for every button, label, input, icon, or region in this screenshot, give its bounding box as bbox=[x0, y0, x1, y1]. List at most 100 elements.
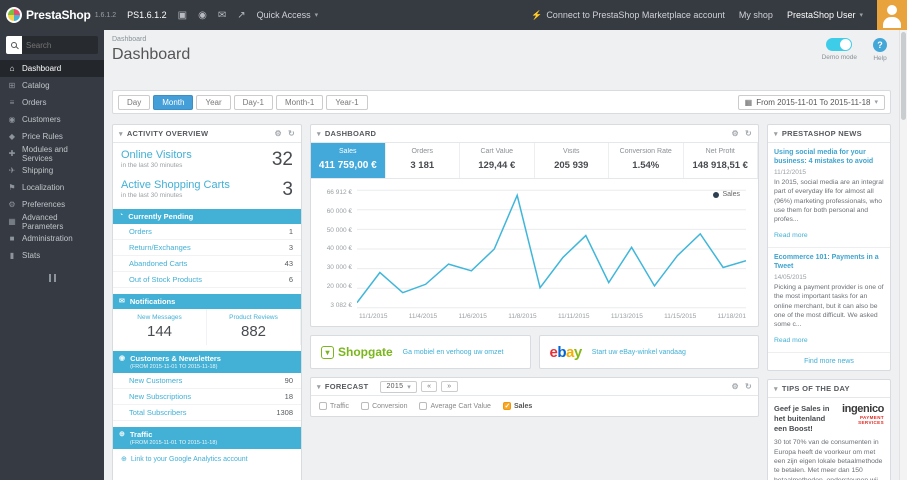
legend-sales[interactable]: Sales bbox=[502, 402, 532, 410]
forecast-next-button[interactable]: » bbox=[441, 381, 458, 392]
ingenico-logo[interactable]: ingenico PAYMENT SERVICES bbox=[834, 404, 884, 433]
globe-icon: ⊕ bbox=[119, 431, 125, 438]
notification-cell[interactable]: Product Reviews 882 bbox=[207, 309, 301, 345]
range-year-1[interactable]: Year-1 bbox=[326, 94, 368, 110]
forecast-prev-button[interactable]: « bbox=[421, 381, 438, 392]
cart-icon[interactable]: ▣ bbox=[178, 10, 187, 21]
sidebar-item-modules-and-services[interactable]: ✚ Modules and Services bbox=[0, 145, 104, 163]
gear-icon[interactable]: ⚙ bbox=[275, 129, 282, 138]
sidebar-item-shipping[interactable]: ✈ Shipping bbox=[0, 162, 104, 179]
customers-row[interactable]: New Customers 90 bbox=[113, 373, 301, 389]
rocket-icon[interactable]: ↗ bbox=[237, 10, 245, 21]
refresh-icon[interactable]: ↻ bbox=[745, 382, 752, 391]
sidebar-item-stats[interactable]: ▮ Stats bbox=[0, 247, 104, 264]
customers-row[interactable]: New Subscriptions 18 bbox=[113, 389, 301, 405]
legend-traffic[interactable]: Traffic bbox=[319, 402, 349, 410]
news-body: In 2015, social media are an integral pa… bbox=[774, 179, 884, 223]
pending-row[interactable]: Out of Stock Products 6 bbox=[113, 272, 301, 288]
read-more-link[interactable]: Read more bbox=[774, 337, 808, 344]
sidebar-item-advanced-parameters[interactable]: ▦ Advanced Parameters bbox=[0, 213, 104, 231]
date-range-picker[interactable]: ▦ From 2015-11-01 To 2015-11-18 ▾ bbox=[737, 94, 885, 110]
range-month[interactable]: Month bbox=[153, 94, 194, 110]
collapse-sidebar-icon[interactable] bbox=[42, 274, 62, 282]
logo-text: PrestaShop bbox=[26, 8, 91, 22]
kpi-net-profit[interactable]: Net Profit 148 918,51 € bbox=[684, 143, 758, 178]
shopgate-link[interactable]: Ga mobiel en verhoog uw omzet bbox=[403, 349, 504, 356]
marketplace-link[interactable]: ⚡ Connect to PrestaShop Marketplace acco… bbox=[531, 10, 725, 21]
sidebar-item-preferences[interactable]: ⚙ Preferences bbox=[0, 196, 104, 213]
traffic-title: Traffic (FROM 2015-11-01 TO 2015-11-18) bbox=[129, 430, 218, 446]
scrollbar-thumb[interactable] bbox=[901, 32, 906, 120]
quick-access-menu[interactable]: Quick Access ▾ bbox=[257, 10, 319, 20]
currently-pending-header: ◔ Currently Pending bbox=[113, 209, 301, 224]
user-menu[interactable]: PrestaShop User ▾ bbox=[787, 10, 863, 20]
refresh-icon[interactable]: ↻ bbox=[745, 129, 752, 138]
sidebar-item-catalog[interactable]: ⊞ Catalog bbox=[0, 77, 104, 94]
news-panel-title: PRESTASHOP NEWS bbox=[781, 129, 862, 138]
legend-average-cart-value[interactable]: Average Cart Value bbox=[419, 402, 491, 410]
kpi-cart-value[interactable]: Cart Value 129,44 € bbox=[460, 143, 535, 178]
demo-mode-label: Demo mode bbox=[821, 54, 857, 61]
sidebar-item-administration[interactable]: ■ Administration bbox=[0, 230, 104, 247]
pending-row[interactable]: Orders 1 bbox=[113, 224, 301, 240]
chevron-down-icon[interactable]: ▾ bbox=[317, 383, 321, 391]
sidebar-item-orders[interactable]: ≡ Orders bbox=[0, 94, 104, 111]
shopgate-logo[interactable]: ▾ Shopgate bbox=[321, 345, 393, 359]
chevron-down-icon[interactable]: ▾ bbox=[317, 130, 321, 138]
customers-icon[interactable]: ◉ bbox=[198, 10, 207, 21]
forecast-legend: Traffic Conversion Average Cart Value Sa… bbox=[311, 396, 758, 416]
sales-chart-area: Sales 66 912 € 60 000 € 50 000 € 40 000 € 30… bbox=[311, 179, 758, 326]
forecast-year-select[interactable]: 2015 ▾ bbox=[380, 380, 418, 393]
bolt-icon: ⚡ bbox=[531, 9, 543, 20]
kpi-visits[interactable]: Visits 205 939 bbox=[535, 143, 609, 178]
forecast-panel: ▾ FORECAST 2015 ▾ « » ⚙ ↻ Traffic Conver… bbox=[310, 377, 759, 417]
chart-legend[interactable]: Sales bbox=[713, 191, 740, 198]
search-input[interactable] bbox=[22, 40, 98, 50]
pending-row[interactable]: Abandoned Carts 43 bbox=[113, 256, 301, 272]
range-month-1[interactable]: Month-1 bbox=[275, 94, 324, 110]
tips-body: 30 tot 70% van de consumenten in Europa … bbox=[774, 439, 883, 480]
search-button[interactable] bbox=[6, 36, 22, 54]
shopgate-bag-icon: ▾ bbox=[321, 345, 334, 359]
google-analytics-link[interactable]: ⊕ Link to your Google Analytics account bbox=[113, 449, 301, 469]
legend-conversion[interactable]: Conversion bbox=[361, 402, 407, 410]
customers-row[interactable]: Total Subscribers 1308 bbox=[113, 405, 301, 421]
pending-row[interactable]: Return/Exchanges 3 bbox=[113, 240, 301, 256]
refresh-icon[interactable]: ↻ bbox=[288, 129, 295, 138]
sidebar-item-localization[interactable]: ⚑ Localization bbox=[0, 179, 104, 196]
messages-icon[interactable]: ✉ bbox=[218, 10, 226, 21]
shop-name[interactable]: PS1.6.1.2 bbox=[127, 10, 167, 20]
avatar[interactable] bbox=[877, 0, 907, 30]
sidebar-item-customers[interactable]: ◉ Customers bbox=[0, 111, 104, 128]
read-more-link[interactable]: Read more bbox=[774, 232, 808, 239]
ebay-logo[interactable]: ebay bbox=[550, 344, 583, 361]
gear-icon[interactable]: ⚙ bbox=[732, 129, 739, 138]
chevron-down-icon: ▾ bbox=[407, 383, 412, 391]
my-shop-link[interactable]: My shop bbox=[739, 10, 773, 20]
kpi-sales[interactable]: Sales 411 759,00 € bbox=[311, 143, 386, 178]
range-day[interactable]: Day bbox=[118, 94, 151, 110]
y-tick: 30 000 € bbox=[326, 264, 352, 272]
ebay-link[interactable]: Start uw eBay-winkel vandaag bbox=[592, 349, 686, 356]
gear-icon[interactable]: ⚙ bbox=[732, 382, 739, 391]
y-tick: 40 000 € bbox=[326, 245, 352, 253]
help-icon[interactable]: ? bbox=[873, 38, 887, 52]
checkbox-icon bbox=[502, 402, 511, 410]
news-headline[interactable]: Ecommerce 101: Payments in a Tweet bbox=[774, 253, 884, 271]
prestashop-logo[interactable]: PrestaShop 1.6.1.2 bbox=[6, 7, 116, 23]
chevron-down-icon[interactable]: ▾ bbox=[774, 385, 778, 393]
demo-mode-toggle[interactable] bbox=[826, 38, 853, 51]
kpi-conversion-rate[interactable]: Conversion Rate 1.54% bbox=[609, 143, 684, 178]
kpi-orders[interactable]: Orders 3 181 bbox=[386, 143, 460, 178]
notification-cell[interactable]: New Messages 144 bbox=[113, 309, 207, 345]
chevron-down-icon[interactable]: ▾ bbox=[774, 130, 778, 138]
customers-newsletters-header: ◉ Customers & Newsletters (FROM 2015-11-… bbox=[113, 351, 301, 373]
notifications-title: Notifications bbox=[129, 297, 176, 306]
sidebar-item-dashboard[interactable]: ⌂ Dashboard bbox=[0, 60, 104, 77]
range-day-1[interactable]: Day-1 bbox=[233, 94, 273, 110]
news-headline[interactable]: Using social media for your business: 4 … bbox=[774, 148, 884, 166]
range-year[interactable]: Year bbox=[196, 94, 231, 110]
sidebar-item-price-rules[interactable]: ◆ Price Rules bbox=[0, 128, 104, 145]
chevron-down-icon[interactable]: ▾ bbox=[119, 130, 123, 138]
find-more-news-link[interactable]: Find more news bbox=[768, 353, 890, 370]
